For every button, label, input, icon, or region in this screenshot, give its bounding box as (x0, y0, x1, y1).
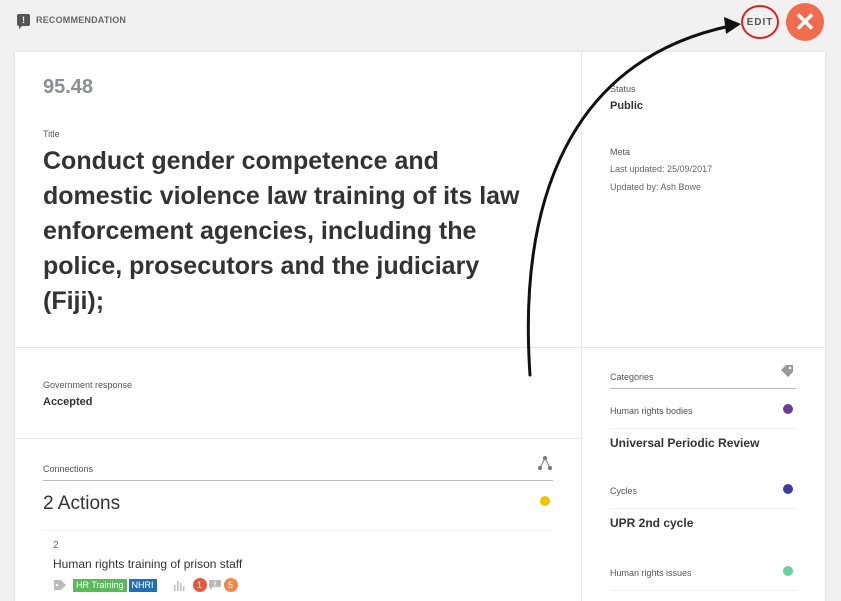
categories-label: Categories (610, 372, 654, 382)
row-divider (15, 347, 825, 348)
edit-button[interactable]: EDIT (741, 5, 779, 39)
category-color-dot (783, 404, 793, 414)
actions-status-dot (540, 496, 550, 506)
close-icon: ✕ (794, 7, 816, 37)
bar-chart-icon (173, 581, 185, 591)
divider (610, 590, 796, 591)
divider (610, 388, 796, 389)
tag-badge[interactable]: HR Training (73, 578, 127, 592)
divider (43, 480, 553, 481)
actions-title: 2 Actions (43, 493, 121, 514)
title-label: Title (43, 129, 60, 139)
count-badge: 1 (192, 578, 207, 592)
connections-label: Connections (43, 464, 94, 474)
category-label: Human rights issues (610, 568, 692, 578)
category-label: Cycles (610, 486, 638, 496)
updated-by: Updated by: Ash Bowe (610, 182, 702, 192)
reference-number: 95.48 (43, 76, 94, 98)
status-value: Public (610, 100, 644, 112)
section-header: ! RECOMMENDATION (17, 14, 127, 29)
government-response-label: Government response (43, 380, 133, 390)
comment-icon: ! (17, 14, 30, 29)
comment-bubble-icon (208, 580, 221, 590)
category-value[interactable]: UPR 2nd cycle (610, 516, 693, 530)
count-badge: 5 (223, 578, 238, 592)
action-title[interactable]: Human rights training of prison staff (53, 557, 242, 571)
category-color-dot (783, 484, 793, 494)
divider (43, 530, 553, 531)
tag-badge[interactable]: NHRI (128, 578, 157, 592)
status-label: Status (610, 84, 636, 94)
column-divider (581, 52, 582, 601)
recommendation-card: 95.48 Title Conduct gender competence an… (15, 52, 825, 601)
divider (610, 428, 796, 429)
network-icon[interactable] (537, 455, 553, 471)
category-value[interactable]: Universal Periodic Review (610, 436, 759, 450)
action-number: 2 (53, 540, 59, 551)
category-color-dot (783, 566, 793, 576)
page-title: Conduct gender competence and domestic v… (43, 147, 520, 315)
top-bar: ! RECOMMENDATION EDIT ✕ (0, 0, 841, 50)
government-response-value: Accepted (43, 396, 93, 408)
action-tags: HR Training NHRI 1 5 (53, 578, 239, 592)
section-label: RECOMMENDATION (36, 15, 127, 25)
last-updated: Last updated: 25/09/2017 (610, 164, 713, 174)
tag-icon (54, 580, 66, 590)
tag-icon[interactable] (780, 364, 794, 378)
row-divider (15, 438, 581, 439)
meta-label: Meta (610, 147, 631, 157)
close-button[interactable]: ✕ (786, 3, 824, 41)
divider (610, 508, 796, 509)
category-label: Human rights bodies (610, 406, 693, 416)
